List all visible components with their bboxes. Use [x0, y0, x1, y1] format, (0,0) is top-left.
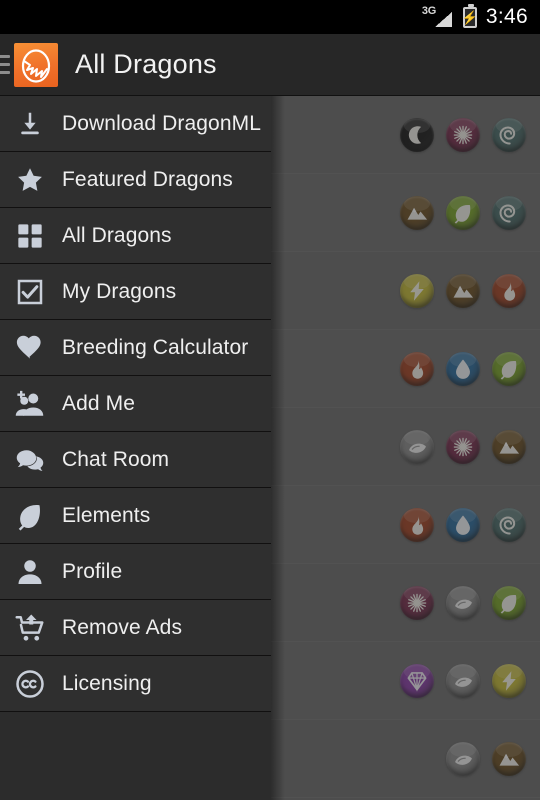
drawer-item-my-dragons[interactable]: My Dragons — [0, 264, 271, 320]
element-badge-earth — [400, 195, 434, 230]
add-person-icon — [10, 384, 50, 424]
drawer-item-label: Download DragonML — [62, 111, 261, 135]
element-badge-air — [492, 195, 526, 230]
element-badge-earth — [446, 273, 480, 308]
element-badge-lightning — [400, 273, 434, 308]
drawer-item-label: Chat Room — [62, 447, 170, 471]
hamburger-bar — [0, 55, 10, 58]
chat-bubbles-icon — [10, 440, 50, 480]
drawer-item-all-dragons[interactable]: All Dragons — [0, 208, 271, 264]
element-badge-group — [446, 741, 526, 776]
checkbox-checked-icon — [10, 272, 50, 312]
leaf-icon — [10, 496, 50, 536]
navigation-drawer[interactable]: Download DragonML Featured Dragons All Dra… — [0, 96, 271, 800]
element-badge-group — [400, 195, 526, 230]
signal-bars-icon: 3G — [421, 5, 454, 28]
battery-charging-icon: ⚡ — [461, 3, 479, 28]
network-type-label: 3G — [421, 5, 436, 17]
page-title: All Dragons — [75, 49, 217, 79]
element-badge-group — [400, 429, 526, 464]
element-badge-group — [400, 273, 526, 308]
drawer-item-label: Licensing — [62, 671, 152, 695]
drawer-item-label: My Dragons — [62, 279, 177, 303]
element-badge-group — [400, 351, 526, 386]
drawer-item-breeding-calculator[interactable]: Breeding Calculator — [0, 320, 271, 376]
drawer-item-label: Add Me — [62, 391, 135, 415]
element-badge-plant — [492, 351, 526, 386]
element-badge-group — [400, 663, 526, 698]
hamburger-menu-icon[interactable] — [0, 55, 10, 74]
drawer-item-label: Featured Dragons — [62, 167, 233, 191]
dragon-egg-logo-icon[interactable] — [14, 42, 58, 87]
drawer-item-elements[interactable]: Elements — [0, 488, 271, 544]
element-badge-earth — [492, 741, 526, 776]
element-badge-metal — [446, 663, 480, 698]
status-bar-clock: 3:46 — [485, 5, 528, 28]
heart-icon — [10, 328, 50, 368]
drawer-item-label: Profile — [62, 559, 123, 583]
drawer-item-chat-room[interactable]: Chat Room — [0, 432, 271, 488]
hamburger-bar — [0, 71, 10, 74]
signal-triangle — [434, 12, 452, 27]
element-badge-water — [446, 351, 480, 386]
element-badge-group — [400, 507, 526, 542]
element-badge-air — [492, 507, 526, 542]
element-badge-plant — [446, 195, 480, 230]
element-badge-fire — [492, 273, 526, 308]
grid-icon — [10, 216, 50, 256]
element-badge-air — [492, 117, 526, 152]
person-icon — [10, 552, 50, 592]
element-badge-gem — [400, 663, 434, 698]
element-badge-metal — [400, 429, 434, 464]
element-badge-metal — [446, 585, 480, 620]
shopping-cart-icon — [10, 608, 50, 648]
drawer-item-label: All Dragons — [62, 223, 172, 247]
drawer-item-label: Breeding Calculator — [62, 335, 249, 359]
drawer-item-licensing[interactable]: Licensing — [0, 656, 271, 712]
element-badge-poison — [400, 585, 434, 620]
app-bar: All Dragons — [0, 34, 540, 96]
drawer-item-download-dragonml[interactable]: Download DragonML — [0, 96, 271, 152]
creative-commons-icon — [10, 664, 50, 704]
element-badge-poison — [446, 429, 480, 464]
star-icon — [10, 160, 50, 200]
drawer-item-label: Elements — [62, 503, 151, 527]
drawer-item-remove-ads[interactable]: Remove Ads — [0, 600, 271, 656]
drawer-item-label: Remove Ads — [62, 615, 183, 639]
drawer-item-add-me[interactable]: Add Me — [0, 376, 271, 432]
battery-bolt-glyph: ⚡ — [461, 9, 479, 25]
drawer-item-profile[interactable]: Profile — [0, 544, 271, 600]
drawer-item-featured-dragons[interactable]: Featured Dragons — [0, 152, 271, 208]
element-badge-metal — [446, 741, 480, 776]
element-badge-group — [400, 117, 526, 152]
element-badge-fire — [400, 351, 434, 386]
download-icon — [10, 104, 50, 144]
element-badge-plant — [492, 585, 526, 620]
element-badge-earth — [492, 429, 526, 464]
app-root: 3G ⚡ 3:46 All Dragons Download DragonML F… — [0, 0, 540, 800]
element-badge-water — [446, 507, 480, 542]
element-badge-group — [400, 585, 526, 620]
element-badge-fire — [400, 507, 434, 542]
status-bar-icons: 3G ⚡ 3:46 — [421, 3, 528, 29]
element-badge-dark — [400, 117, 434, 152]
element-badge-lightning — [492, 663, 526, 698]
status-bar: 3G ⚡ 3:46 — [0, 0, 540, 34]
element-badge-poison — [446, 117, 480, 152]
hamburger-bar — [0, 63, 10, 66]
